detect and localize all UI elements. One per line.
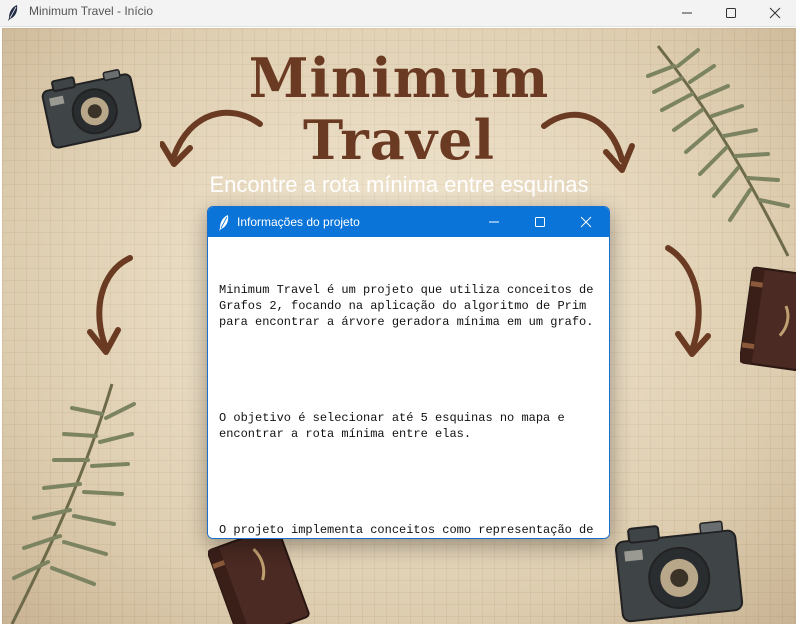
close-icon xyxy=(580,216,592,228)
dialog-minimize-button[interactable] xyxy=(471,207,517,237)
book-icon xyxy=(740,266,796,372)
curved-arrow-icon xyxy=(160,109,263,167)
maximize-icon xyxy=(535,217,545,227)
plant-branch-icon xyxy=(646,45,790,257)
close-button[interactable] xyxy=(752,0,796,26)
feather-icon xyxy=(219,215,229,231)
description-paragraph-2: O objetivo é selecionar até 5 esquinas n… xyxy=(219,411,572,441)
camera-icon xyxy=(614,520,744,623)
minimize-icon xyxy=(682,12,692,14)
feather-icon xyxy=(8,5,18,21)
main-titlebar: Minimum Travel - Início xyxy=(0,0,796,27)
window-title: Minimum Travel - Início xyxy=(29,4,154,18)
project-info-dialog: Informações do projeto Minimum Travel é … xyxy=(207,206,610,539)
minimize-icon xyxy=(489,221,499,223)
description-paragraph-3: O projeto implementa conceitos como repr… xyxy=(219,523,594,537)
minimize-button[interactable] xyxy=(664,0,710,26)
plant-branch-icon xyxy=(10,383,136,624)
dialog-maximize-button[interactable] xyxy=(517,207,563,237)
dialog-title: Informações do projeto xyxy=(237,215,360,229)
maximize-button[interactable] xyxy=(708,0,754,26)
dialog-body: Minimum Travel é um projeto que utiliza … xyxy=(208,238,609,538)
book-icon xyxy=(208,525,310,624)
dialog-close-button[interactable] xyxy=(563,207,609,237)
camera-icon xyxy=(41,69,142,149)
maximize-icon xyxy=(726,8,736,18)
description-paragraph-1: Minimum Travel é um projeto que utiliza … xyxy=(219,283,601,329)
project-description-text[interactable]: Minimum Travel é um projeto que utiliza … xyxy=(219,250,601,538)
curved-arrow-icon xyxy=(541,111,635,173)
curved-arrow-icon xyxy=(87,255,133,355)
close-icon xyxy=(769,7,781,19)
dialog-titlebar: Informações do projeto xyxy=(208,207,609,237)
